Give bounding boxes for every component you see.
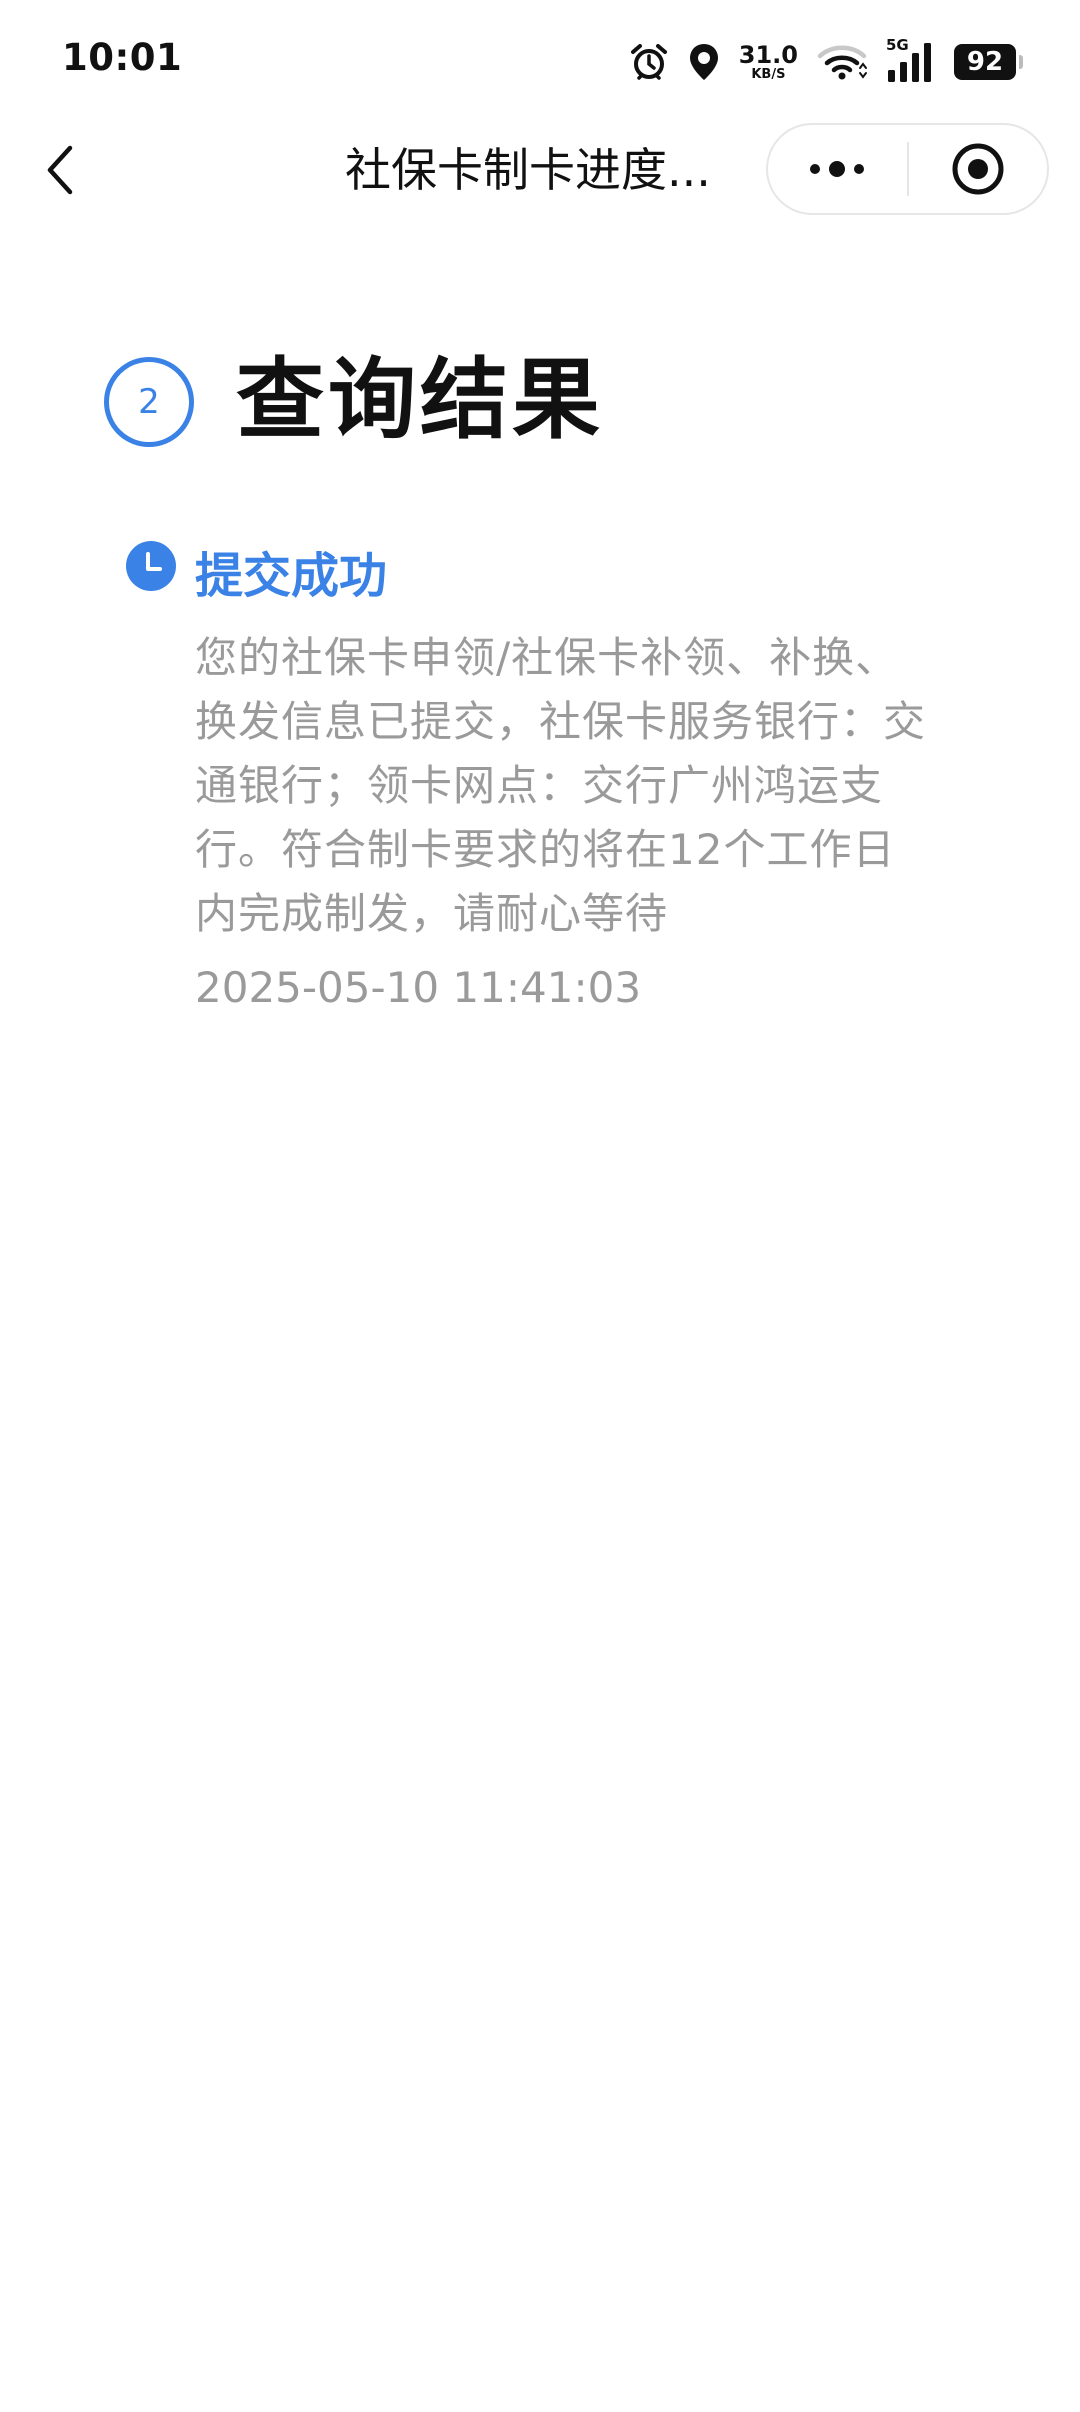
more-dots-icon <box>810 161 865 177</box>
close-button[interactable] <box>909 125 1048 213</box>
status-icons: 31.0 KB/S 5G 92 <box>629 36 1023 86</box>
nav-bar: 社保卡制卡进度... <box>0 120 1080 220</box>
net-speed: 31.0 KB/S <box>739 43 798 81</box>
clock-icon <box>126 541 176 591</box>
location-icon <box>687 42 721 82</box>
signal-icon: 5G <box>886 36 936 84</box>
status-label: 提交成功 <box>195 548 388 604</box>
back-button[interactable] <box>30 140 90 200</box>
chevron-left-icon <box>47 145 73 195</box>
battery-level: 92 <box>966 47 1004 77</box>
mini-program-capsule <box>766 123 1049 215</box>
battery-icon: 92 <box>954 44 1023 80</box>
status-timestamp: 2025-05-10 11:41:03 <box>195 963 642 1012</box>
net-speed-unit: KB/S <box>751 67 786 82</box>
page-title: 社保卡制卡进度... <box>345 143 711 197</box>
net-speed-value: 31.0 <box>738 41 798 69</box>
wifi-icon <box>816 42 868 82</box>
status-description: 您的社保卡申领/社保卡补领、补换、换发信息已提交，社保卡服务银行：交通银行；领卡… <box>195 633 927 938</box>
step-number: 2 <box>138 382 160 422</box>
target-circle-icon <box>952 143 1004 195</box>
alarm-icon <box>629 42 669 82</box>
more-button[interactable] <box>768 125 907 213</box>
status-time: 10:01 <box>62 36 183 79</box>
page: 10:01 31.0 KB/S 5G 92 社保卡制卡进度... 2 查询结果 … <box>0 0 1080 2412</box>
step-badge: 2 <box>104 357 194 447</box>
status-bar: 10:01 31.0 KB/S 5G 92 <box>0 0 1080 120</box>
result-title: 查询结果 <box>236 348 605 451</box>
